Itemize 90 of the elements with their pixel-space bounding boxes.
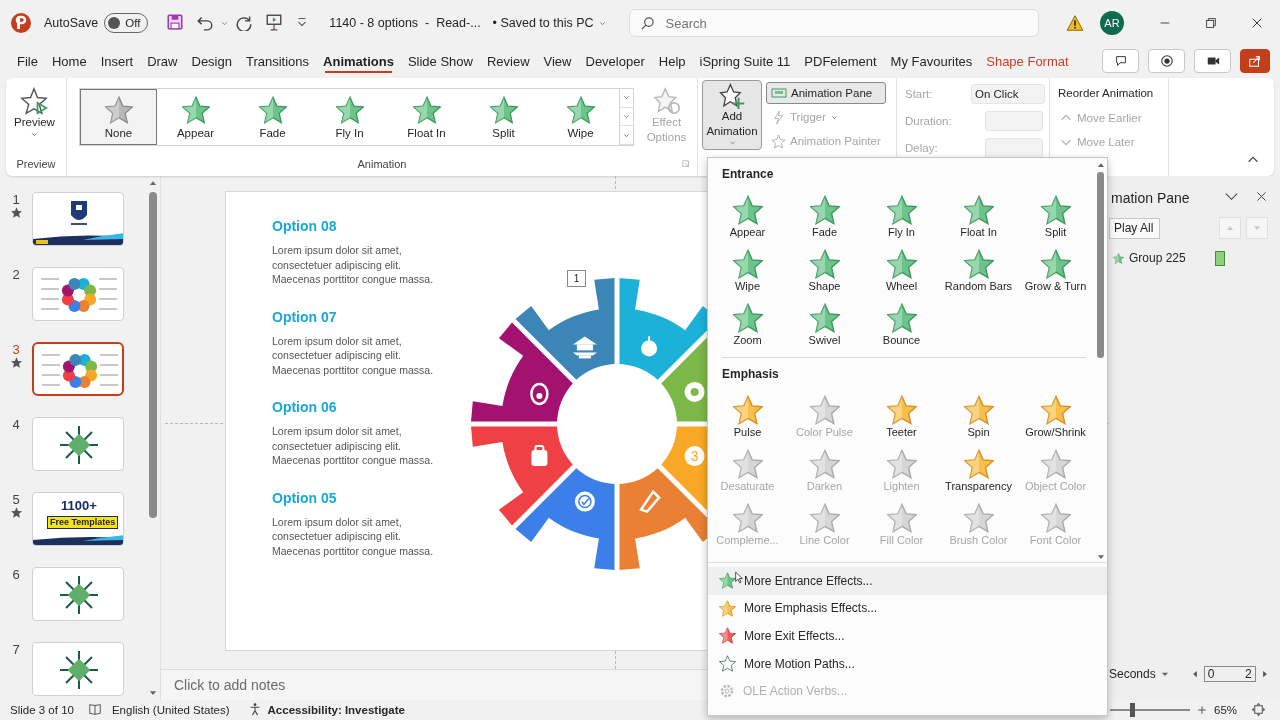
thumbnail-headline: 1100+ — [61, 499, 97, 513]
timeline-start: 0 — [1207, 667, 1215, 681]
ribbon-tab[interactable]: iSpring Suite 11 — [692, 46, 798, 76]
ribbon-tab[interactable]: Insert — [93, 46, 141, 76]
ribbon-tab[interactable]: Design — [184, 46, 239, 76]
menu-command[interactable]: More Emphasis Effects... — [708, 594, 1107, 623]
animation-option[interactable]: Float In — [388, 89, 465, 145]
ribbon-tab[interactable]: Home — [44, 46, 94, 76]
option-title: Option 05 — [272, 489, 338, 506]
slide-number: 1 — [12, 192, 20, 207]
pane-title: mation Pane — [1110, 190, 1191, 206]
thumbnail-tagline: Free Templates — [47, 516, 119, 529]
save-status[interactable]: • Saved to this PC — [492, 16, 607, 30]
section-header: Entrance — [721, 166, 775, 183]
effect-option[interactable]: Appear — [709, 189, 786, 243]
effect-option[interactable]: Split — [1017, 189, 1094, 243]
search-input[interactable]: Search — [628, 9, 1039, 37]
preview-button[interactable]: Preview — [10, 84, 59, 142]
animation-option[interactable]: Split — [465, 89, 542, 145]
effect-option[interactable]: Grow/Shrink — [1017, 389, 1094, 443]
effect-option[interactable]: Fade — [786, 189, 863, 243]
accessibility-status[interactable]: Accessibility: Investigate — [267, 704, 405, 716]
option-title: Option 07 — [272, 308, 338, 325]
effect-option[interactable]: Spin — [940, 389, 1017, 443]
animation-option[interactable]: Fly In — [311, 89, 388, 145]
step-number: 3 — [684, 446, 705, 467]
ribbon-tab[interactable]: PDFelement — [797, 46, 884, 76]
effect-option[interactable]: Bounce — [863, 297, 940, 351]
ribbon-tab[interactable]: Slide Show — [400, 46, 480, 76]
timing-label: Start: — [905, 87, 934, 100]
ribbon-tab[interactable]: Animations — [316, 46, 401, 76]
effect-option[interactable]: Teeter — [863, 389, 940, 443]
slide-number: 4 — [12, 417, 20, 432]
option-text: Lorem ipsum dolor sit amet, consectetuer adipiscing elit. Maecenas porttitor congue massa. — [272, 333, 435, 377]
timeline-unit[interactable]: Seconds — [1109, 667, 1156, 681]
ribbon-tab[interactable]: Transitions — [238, 46, 317, 76]
animation-item[interactable]: Group 225 — [1129, 251, 1186, 265]
effect-option[interactable]: Transparency — [940, 443, 1017, 497]
timeline-end: 2 — [1245, 667, 1252, 681]
section-header: Emphasis — [721, 366, 780, 383]
option-text: Lorem ipsum dolor sit amet, consectetuer adipiscing elit. Maecenas porttitor congue massa. — [272, 243, 435, 287]
slide-position: Slide 3 of 10 — [10, 704, 74, 716]
effect-option[interactable]: Pulse — [709, 389, 786, 443]
slide-number: 6 — [12, 567, 20, 582]
effect-option[interactable]: Wipe — [709, 243, 786, 297]
ribbon-tab[interactable]: Help — [651, 46, 693, 76]
effect-option[interactable]: Random Bars — [940, 243, 1017, 297]
slide-number: 7 — [12, 642, 20, 657]
option-text: Lorem ipsum dolor sit amet, consectetuer adipiscing elit. Maecenas porttitor congue massa. — [272, 514, 435, 558]
group-label: Animation — [356, 158, 408, 172]
animation-order-tag: 1 — [567, 270, 586, 287]
option-text: Lorem ipsum dolor sit amet, consectetuer adipiscing elit. Maecenas porttitor congue massa. — [272, 424, 435, 468]
slide-number: 2 — [12, 267, 20, 282]
effect-option[interactable]: Zoom — [709, 297, 786, 351]
timing-label: Delay: — [905, 141, 939, 154]
language[interactable]: English (United States) — [111, 704, 230, 716]
document-title: 1140 - 8 options - Read-... — [329, 16, 481, 30]
avatar[interactable]: AR — [1100, 11, 1124, 35]
effect-option[interactable]: Float In — [940, 189, 1017, 243]
zoom-level[interactable]: 65% — [1214, 704, 1238, 716]
effect-option[interactable]: Fly In — [863, 189, 940, 243]
animation-option[interactable]: Wipe — [542, 89, 619, 145]
group-label: Preview — [15, 158, 57, 172]
option-title: Option 06 — [272, 399, 338, 415]
effect-option[interactable]: Grow & Turn — [1017, 243, 1094, 297]
slide-number: 5 — [12, 492, 20, 507]
ribbon-tab[interactable]: Draw — [140, 46, 185, 76]
slide-number: 3 — [12, 342, 20, 357]
play-all-button[interactable]: Play All — [1109, 217, 1161, 239]
ribbon-tab[interactable]: Developer — [578, 46, 652, 76]
ribbon-tab[interactable]: View — [536, 46, 579, 76]
menu-command[interactable]: More Exit Effects... — [708, 622, 1107, 650]
animation-option[interactable]: Fade — [234, 89, 311, 145]
ribbon-tab[interactable]: Review — [479, 46, 537, 76]
effect-option[interactable]: Shape — [786, 243, 863, 297]
animation-option[interactable]: None — [80, 89, 157, 145]
add-animation-button[interactable]: Add Animation — [702, 80, 762, 150]
effect-option[interactable]: Wheel — [863, 243, 940, 297]
reorder-title: Reorder Animation — [1057, 86, 1155, 101]
autosave-label: AutoSave — [44, 16, 99, 30]
option-title: Option 08 — [272, 218, 338, 234]
ribbon-tab[interactable]: Shape Format — [979, 46, 1076, 76]
animation-option[interactable]: Appear — [157, 89, 234, 145]
animation-pane-button[interactable]: Animation Pane — [766, 82, 886, 104]
effect-option[interactable]: Swivel — [786, 297, 863, 351]
slide-thumbnail[interactable]: 1100+ Free Templates — [32, 492, 124, 546]
ribbon-tab[interactable]: My Favourites — [883, 46, 980, 76]
ribbon-tab[interactable]: File — [10, 46, 45, 76]
menu-command[interactable]: More Entrance Effects... — [708, 567, 1107, 595]
timing-label: Duration: — [905, 114, 953, 127]
